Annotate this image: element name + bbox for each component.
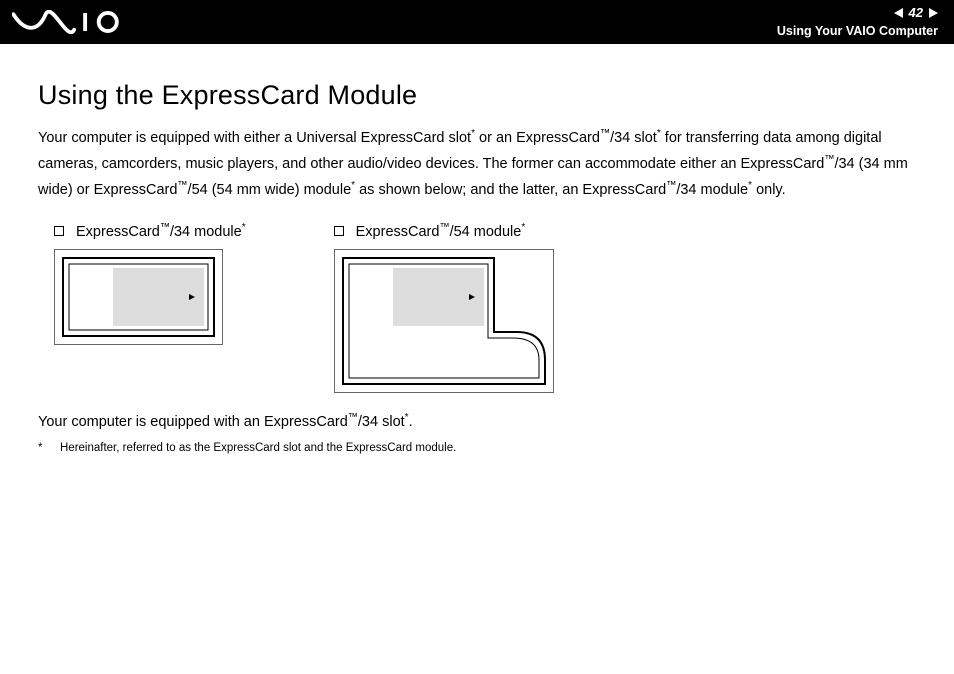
bullet-box-icon — [334, 226, 344, 236]
prev-page-icon[interactable] — [894, 8, 903, 18]
module-54-label: ExpressCard™/54 module* — [334, 222, 554, 240]
intro-paragraph: Your computer is equipped with either a … — [38, 125, 926, 204]
footnote: * Hereinafter, referred to as the Expres… — [38, 442, 926, 454]
module-list: ExpressCard™/34 module* ExpressCard™/54 … — [54, 222, 926, 399]
module-34-label: ExpressCard™/34 module* — [54, 222, 246, 240]
page-header: 42 Using Your VAIO Computer — [0, 0, 954, 44]
footnote-text: Hereinafter, referred to as the ExpressC… — [60, 442, 456, 454]
vaio-logo — [12, 10, 122, 34]
module-54: ExpressCard™/54 module* — [334, 222, 554, 399]
section-title: Using Your VAIO Computer — [777, 22, 938, 41]
equipped-line: Your computer is equipped with an Expres… — [38, 412, 926, 430]
bullet-box-icon — [54, 226, 64, 236]
expresscard-54-figure — [334, 249, 554, 393]
footnote-mark: * — [38, 442, 46, 454]
page-title: Using the ExpressCard Module — [38, 80, 926, 111]
next-page-icon[interactable] — [929, 8, 938, 18]
module-34: ExpressCard™/34 module* — [54, 222, 246, 399]
page-number: 42 — [909, 3, 923, 23]
page-navigation: 42 — [777, 3, 938, 23]
expresscard-34-figure — [54, 249, 223, 345]
page-content: Using the ExpressCard Module Your comput… — [0, 44, 954, 454]
